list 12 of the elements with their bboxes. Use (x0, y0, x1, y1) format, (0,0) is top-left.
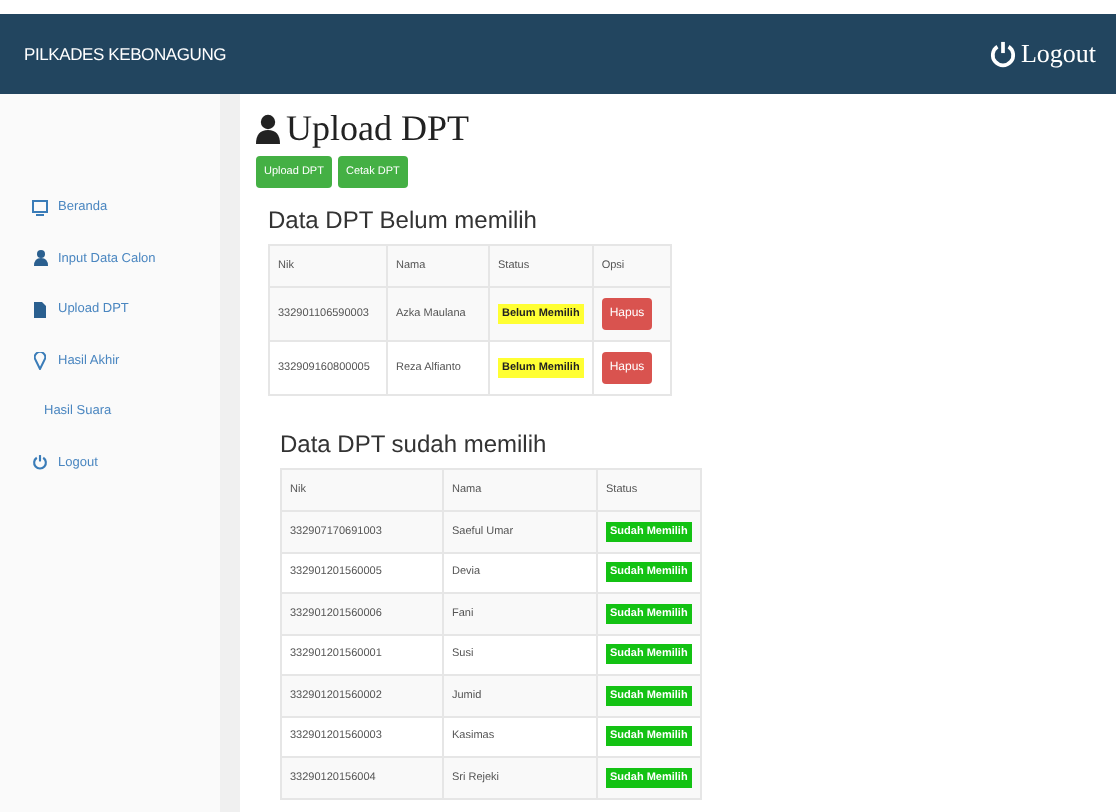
power-icon (32, 454, 48, 471)
user-icon (256, 114, 280, 144)
brand-title: PILKADES KEBONAGUNG (24, 44, 227, 64)
section-title: Data DPT sudah memilih (280, 430, 549, 458)
user-icon (33, 250, 47, 267)
map-marker-icon (34, 351, 46, 370)
section-title: Data DPT Belum memilih (268, 206, 539, 234)
file-icon (34, 301, 46, 318)
power-icon (990, 40, 1017, 68)
monitor-icon (32, 199, 48, 216)
page-title: Upload DPT (286, 108, 469, 150)
logout-link[interactable]: Logout (990, 38, 1096, 70)
